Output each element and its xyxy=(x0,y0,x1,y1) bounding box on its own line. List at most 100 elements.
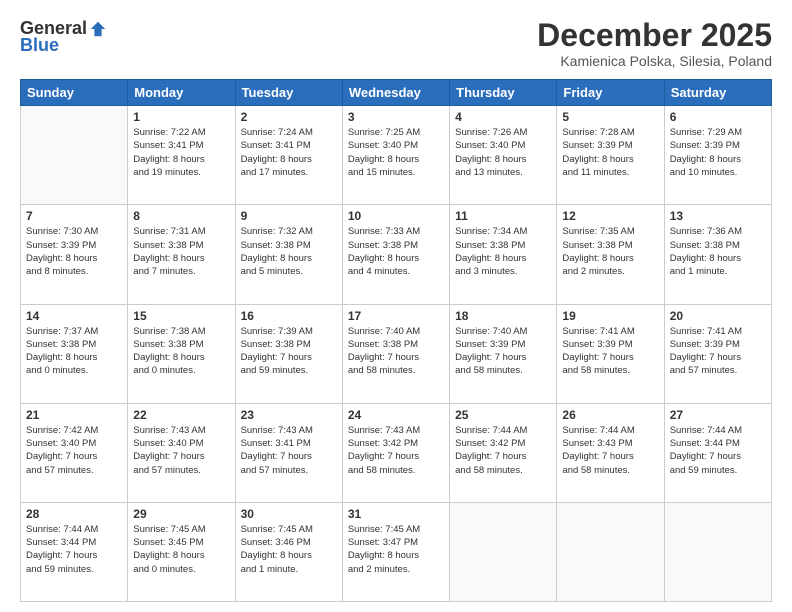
day-info: Sunrise: 7:44 AM Sunset: 3:44 PM Dayligh… xyxy=(26,523,122,576)
table-row: 20 Sunrise: 7:41 AM Sunset: 3:39 PM Dayli… xyxy=(664,304,771,403)
col-tuesday: Tuesday xyxy=(235,80,342,106)
day-info: Sunrise: 7:24 AM Sunset: 3:41 PM Dayligh… xyxy=(241,126,337,179)
location: Kamienica Polska, Silesia, Poland xyxy=(537,53,772,69)
day-number: 3 xyxy=(348,110,444,124)
col-saturday: Saturday xyxy=(664,80,771,106)
table-row: 16 Sunrise: 7:39 AM Sunset: 3:38 PM Dayli… xyxy=(235,304,342,403)
day-number: 31 xyxy=(348,507,444,521)
calendar-table: Sunday Monday Tuesday Wednesday Thursday… xyxy=(20,79,772,602)
day-info: Sunrise: 7:28 AM Sunset: 3:39 PM Dayligh… xyxy=(562,126,658,179)
day-info: Sunrise: 7:40 AM Sunset: 3:38 PM Dayligh… xyxy=(348,325,444,378)
table-row: 15Sunrise: 7:38 AM Sunset: 3:38 PM Dayli… xyxy=(128,304,235,403)
day-number: 7 xyxy=(26,209,122,223)
day-number: 2 xyxy=(241,110,337,124)
calendar-week-row: 7Sunrise: 7:30 AM Sunset: 3:39 PM Daylig… xyxy=(21,205,772,304)
day-info: Sunrise: 7:43 AM Sunset: 3:41 PM Dayligh… xyxy=(241,424,337,477)
day-number: 19 xyxy=(562,309,658,323)
day-info: Sunrise: 7:34 AM Sunset: 3:38 PM Dayligh… xyxy=(455,225,551,278)
day-info: Sunrise: 7:31 AM Sunset: 3:38 PM Dayligh… xyxy=(133,225,229,278)
month-title: December 2025 xyxy=(537,18,772,53)
day-info: Sunrise: 7:45 AM Sunset: 3:46 PM Dayligh… xyxy=(241,523,337,576)
table-row xyxy=(450,502,557,601)
day-info: Sunrise: 7:41 AM Sunset: 3:39 PM Dayligh… xyxy=(670,325,766,378)
day-number: 12 xyxy=(562,209,658,223)
calendar-week-row: 21 Sunrise: 7:42 AM Sunset: 3:40 PM Dayli… xyxy=(21,403,772,502)
table-row: 19 Sunrise: 7:41 AM Sunset: 3:39 PM Dayli… xyxy=(557,304,664,403)
day-info: Sunrise: 7:37 AM Sunset: 3:38 PM Dayligh… xyxy=(26,325,122,378)
table-row: 12 Sunrise: 7:35 AM Sunset: 3:38 PM Dayli… xyxy=(557,205,664,304)
logo: General Blue xyxy=(20,18,107,56)
day-info: Sunrise: 7:44 AM Sunset: 3:42 PM Dayligh… xyxy=(455,424,551,477)
table-row: 1 Sunrise: 7:22 AM Sunset: 3:41 PM Daylig… xyxy=(128,106,235,205)
day-number: 26 xyxy=(562,408,658,422)
day-info: Sunrise: 7:42 AM Sunset: 3:40 PM Dayligh… xyxy=(26,424,122,477)
day-info: Sunrise: 7:44 AM Sunset: 3:43 PM Dayligh… xyxy=(562,424,658,477)
day-number: 20 xyxy=(670,309,766,323)
logo-blue-text: Blue xyxy=(20,35,59,56)
day-info: Sunrise: 7:41 AM Sunset: 3:39 PM Dayligh… xyxy=(562,325,658,378)
day-number: 15 xyxy=(133,309,229,323)
table-row: 26 Sunrise: 7:44 AM Sunset: 3:43 PM Dayli… xyxy=(557,403,664,502)
header-right: December 2025 Kamienica Polska, Silesia,… xyxy=(537,18,772,69)
col-wednesday: Wednesday xyxy=(342,80,449,106)
table-row: 23 Sunrise: 7:43 AM Sunset: 3:41 PM Dayli… xyxy=(235,403,342,502)
day-number: 13 xyxy=(670,209,766,223)
day-number: 11 xyxy=(455,209,551,223)
day-info: Sunrise: 7:40 AM Sunset: 3:39 PM Dayligh… xyxy=(455,325,551,378)
col-monday: Monday xyxy=(128,80,235,106)
day-number: 10 xyxy=(348,209,444,223)
day-number: 14 xyxy=(26,309,122,323)
day-number: 22 xyxy=(133,408,229,422)
day-number: 30 xyxy=(241,507,337,521)
day-info: Sunrise: 7:25 AM Sunset: 3:40 PM Dayligh… xyxy=(348,126,444,179)
col-thursday: Thursday xyxy=(450,80,557,106)
table-row: 3 Sunrise: 7:25 AM Sunset: 3:40 PM Daylig… xyxy=(342,106,449,205)
day-info: Sunrise: 7:36 AM Sunset: 3:38 PM Dayligh… xyxy=(670,225,766,278)
day-info: Sunrise: 7:39 AM Sunset: 3:38 PM Dayligh… xyxy=(241,325,337,378)
page: General Blue December 2025 Kamienica Pol… xyxy=(0,0,792,612)
day-info: Sunrise: 7:32 AM Sunset: 3:38 PM Dayligh… xyxy=(241,225,337,278)
day-number: 29 xyxy=(133,507,229,521)
table-row: 13 Sunrise: 7:36 AM Sunset: 3:38 PM Dayli… xyxy=(664,205,771,304)
day-info: Sunrise: 7:26 AM Sunset: 3:40 PM Dayligh… xyxy=(455,126,551,179)
day-number: 5 xyxy=(562,110,658,124)
day-number: 23 xyxy=(241,408,337,422)
table-row: 6Sunrise: 7:29 AM Sunset: 3:39 PM Daylig… xyxy=(664,106,771,205)
day-number: 27 xyxy=(670,408,766,422)
table-row: 21 Sunrise: 7:42 AM Sunset: 3:40 PM Dayli… xyxy=(21,403,128,502)
day-info: Sunrise: 7:35 AM Sunset: 3:38 PM Dayligh… xyxy=(562,225,658,278)
day-info: Sunrise: 7:45 AM Sunset: 3:45 PM Dayligh… xyxy=(133,523,229,576)
day-number: 25 xyxy=(455,408,551,422)
table-row: 14 Sunrise: 7:37 AM Sunset: 3:38 PM Dayli… xyxy=(21,304,128,403)
day-number: 28 xyxy=(26,507,122,521)
table-row: 10Sunrise: 7:33 AM Sunset: 3:38 PM Dayli… xyxy=(342,205,449,304)
day-number: 1 xyxy=(133,110,229,124)
calendar-week-row: 1 Sunrise: 7:22 AM Sunset: 3:41 PM Daylig… xyxy=(21,106,772,205)
table-row: 29 Sunrise: 7:45 AM Sunset: 3:45 PM Dayli… xyxy=(128,502,235,601)
day-info: Sunrise: 7:22 AM Sunset: 3:41 PM Dayligh… xyxy=(133,126,229,179)
table-row xyxy=(21,106,128,205)
day-number: 9 xyxy=(241,209,337,223)
day-number: 17 xyxy=(348,309,444,323)
day-number: 18 xyxy=(455,309,551,323)
day-number: 16 xyxy=(241,309,337,323)
table-row: 30 Sunrise: 7:45 AM Sunset: 3:46 PM Dayli… xyxy=(235,502,342,601)
day-number: 6 xyxy=(670,110,766,124)
table-row: 11 Sunrise: 7:34 AM Sunset: 3:38 PM Dayli… xyxy=(450,205,557,304)
day-info: Sunrise: 7:43 AM Sunset: 3:40 PM Dayligh… xyxy=(133,424,229,477)
day-info: Sunrise: 7:45 AM Sunset: 3:47 PM Dayligh… xyxy=(348,523,444,576)
day-info: Sunrise: 7:43 AM Sunset: 3:42 PM Dayligh… xyxy=(348,424,444,477)
day-number: 21 xyxy=(26,408,122,422)
table-row: 28 Sunrise: 7:44 AM Sunset: 3:44 PM Dayli… xyxy=(21,502,128,601)
table-row: 5 Sunrise: 7:28 AM Sunset: 3:39 PM Daylig… xyxy=(557,106,664,205)
table-row: 4Sunrise: 7:26 AM Sunset: 3:40 PM Daylig… xyxy=(450,106,557,205)
table-row: 17 Sunrise: 7:40 AM Sunset: 3:38 PM Dayli… xyxy=(342,304,449,403)
day-number: 8 xyxy=(133,209,229,223)
col-sunday: Sunday xyxy=(21,80,128,106)
table-row xyxy=(664,502,771,601)
day-number: 24 xyxy=(348,408,444,422)
col-friday: Friday xyxy=(557,80,664,106)
table-row: 2 Sunrise: 7:24 AM Sunset: 3:41 PM Daylig… xyxy=(235,106,342,205)
logo-icon xyxy=(89,20,107,38)
table-row: 8 Sunrise: 7:31 AM Sunset: 3:38 PM Daylig… xyxy=(128,205,235,304)
